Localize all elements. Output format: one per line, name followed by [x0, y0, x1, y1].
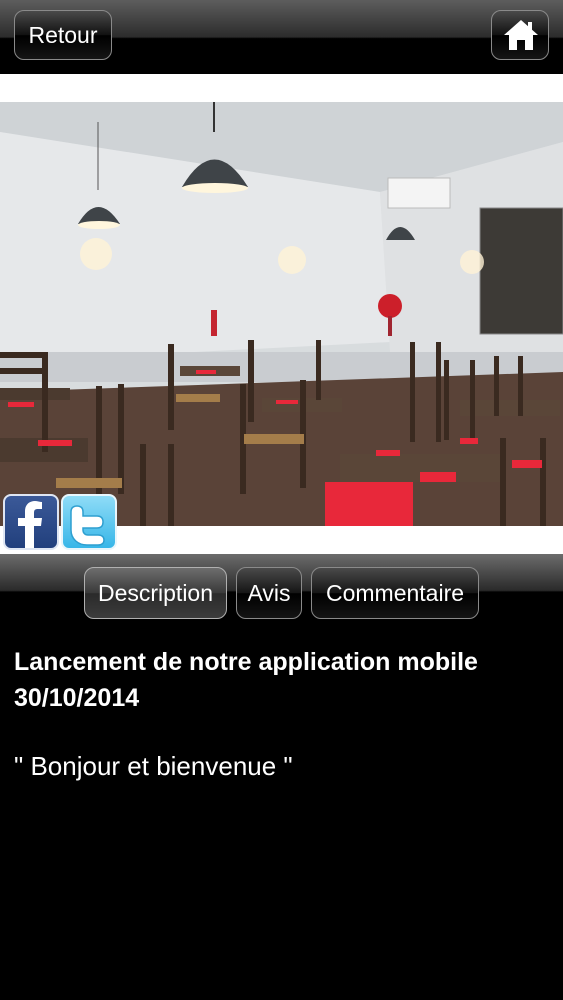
back-button[interactable]: Retour — [14, 10, 112, 60]
home-button[interactable] — [491, 10, 549, 60]
tab-description[interactable]: Description — [84, 567, 227, 619]
news-title: Lancement de notre application mobile 30… — [14, 644, 549, 716]
top-bar: Retour — [0, 0, 563, 74]
tab-bar: Description Avis Commentaire — [0, 554, 563, 630]
tab-avis[interactable]: Avis — [236, 567, 302, 619]
welcome-text: " Bonjour et bienvenue " — [14, 751, 293, 781]
facebook-button[interactable] — [3, 494, 59, 550]
twitter-icon — [70, 505, 105, 546]
home-icon — [504, 20, 538, 50]
facebook-icon — [18, 501, 42, 548]
tab-commentaire[interactable]: Commentaire — [311, 567, 479, 619]
restaurant-photo — [0, 102, 563, 526]
news-date: 30/10/2014 — [14, 684, 140, 712]
twitter-button[interactable] — [61, 494, 117, 550]
news-title-text: Lancement de notre application mobile — [14, 648, 478, 676]
photo-panel — [0, 74, 563, 554]
